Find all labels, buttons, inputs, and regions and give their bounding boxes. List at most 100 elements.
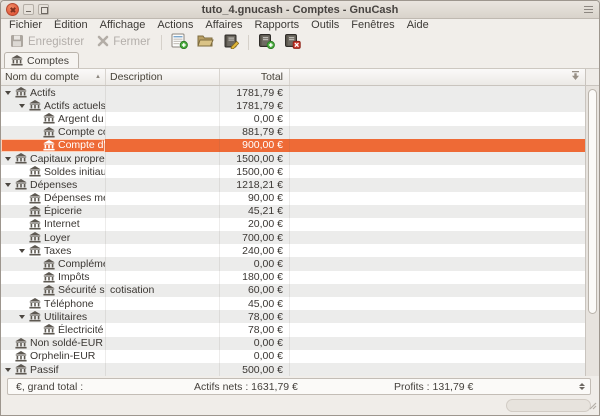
account-description [106,99,220,112]
account-row[interactable]: Complémentaire m 0,00 € [1,257,585,270]
expander-icon[interactable] [17,104,26,108]
bank-icon [15,338,27,349]
account-row[interactable]: Capitaux propres 1500,00 € [1,152,585,165]
column-header-description[interactable]: Description [106,69,220,85]
menu-item[interactable]: Affaires [199,19,248,32]
scrollbar-thumb[interactable] [588,89,597,314]
expander-icon[interactable] [3,91,12,95]
vertical-scrollbar[interactable] [585,86,599,376]
account-row[interactable]: Internet 20,00 € [1,218,585,231]
account-row[interactable]: Taxes 240,00 € [1,244,585,257]
account-name-label: Impôts [58,271,90,283]
account-row[interactable]: Impôts 180,00 € [1,271,585,284]
toolbar: Enregistrer Fermer [1,32,599,52]
account-row[interactable]: Non soldé-EUR 0,00 € [1,337,585,350]
expander-icon[interactable] [3,368,12,372]
row-filler [290,205,585,218]
toolbar-delete-account-button[interactable] [281,32,304,53]
expander-icon[interactable] [3,157,12,161]
expander-icon[interactable] [3,183,12,187]
bank-icon [15,179,27,190]
account-total: 240,00 € [220,244,290,257]
account-name-cell: Passif [1,363,106,376]
column-options-button[interactable] [570,70,581,84]
account-row[interactable]: Soldes initiaux 1500,00 € [1,165,585,178]
window-titlebar: tuto_4.gnucash - Comptes - GnuCash [1,1,599,19]
gnucash-window: tuto_4.gnucash - Comptes - GnuCash Fichi… [0,0,600,416]
toolbar-separator [248,35,249,50]
resize-grip-icon[interactable] [589,397,597,415]
menu-item[interactable]: Affichage [94,19,152,32]
account-row[interactable]: Actifs actuels 1781,79 € [1,99,585,112]
account-name-cell: Actifs [1,86,106,99]
account-name-label: Loyer [44,232,70,244]
account-row[interactable]: Téléphone 45,00 € [1,297,585,310]
account-name-cell: Impôts [1,271,106,284]
row-filler [290,244,585,257]
window-menu-icon[interactable] [584,6,593,14]
account-name-label: Soldes initiaux [44,166,106,178]
menu-item[interactable]: Édition [48,19,94,32]
account-row[interactable]: Compte courant 881,79 € [1,126,585,139]
account-row[interactable]: Dépenses 1218,21 € [1,178,585,191]
menu-item[interactable]: Actions [151,19,199,32]
account-row[interactable]: Orphelin-EUR 0,00 € [1,350,585,363]
account-row[interactable]: Argent du porte-mo 0,00 € [1,112,585,125]
delete-account-icon [284,33,301,52]
account-total: 78,00 € [220,323,290,336]
row-filler [290,323,585,336]
expander-icon[interactable] [17,315,26,319]
window-title: tuto_4.gnucash - Comptes - GnuCash [1,1,599,19]
sort-ascending-icon: ▲ [95,74,101,80]
account-row[interactable]: Électricité 78,00 € [1,323,585,336]
edit-ledger-icon [223,33,239,52]
menu-item[interactable]: Outils [305,19,345,32]
menu-item[interactable]: Rapports [249,19,306,32]
account-total: 20,00 € [220,218,290,231]
column-header-name[interactable]: Nom du compte ▲ [1,69,106,85]
menu-item[interactable]: Aide [401,19,435,32]
column-header-total[interactable]: Total [220,69,290,85]
bank-icon [15,364,27,375]
tab-comptes[interactable]: Comptes [4,52,79,68]
account-name-label: Téléphone [44,298,94,310]
account-row[interactable]: Loyer 700,00 € [1,231,585,244]
account-row[interactable]: Sécurité sociale cotisation 60,00 € [1,284,585,297]
account-name-label: Actifs actuels [44,100,106,112]
account-description [106,350,220,363]
account-row[interactable]: Compte d'épargne 900,00 € [1,139,585,152]
bank-icon [43,140,55,151]
summary-spinner[interactable] [577,381,587,392]
account-total: 881,79 € [220,126,290,139]
toolbar-add-account-button[interactable] [255,32,278,53]
row-filler [290,350,585,363]
account-total: 45,00 € [220,297,290,310]
row-filler [290,178,585,191]
expander-icon[interactable] [17,249,26,253]
account-description [106,165,220,178]
account-name-label: Sécurité sociale [58,284,106,296]
account-total: 0,00 € [220,112,290,125]
account-name-label: Taxes [44,245,71,257]
account-name-cell: Épicerie [1,205,106,218]
account-row[interactable]: Épicerie 45,21 € [1,205,585,218]
toolbar-close-button[interactable]: Fermer [92,34,155,51]
account-row[interactable]: Utilitaires 78,00 € [1,310,585,323]
toolbar-save-button[interactable]: Enregistrer [5,33,89,52]
bank-icon [29,206,41,217]
new-icon [171,33,188,52]
menu-item[interactable]: Fichier [3,19,48,32]
toolbar-new-button[interactable] [168,32,191,53]
account-row[interactable]: Actifs 1781,79 € [1,86,585,99]
menu-item[interactable]: Fenêtres [345,19,400,32]
row-filler [290,165,585,178]
close-icon [97,35,109,50]
account-description [106,231,220,244]
toolbar-open-button[interactable] [194,32,217,52]
account-name-cell: Non soldé-EUR [1,337,106,350]
account-description [106,139,220,152]
account-row[interactable]: Passif 500,00 € [1,363,585,376]
account-name-cell: Taxes [1,244,106,257]
toolbar-edit-button[interactable] [220,32,242,53]
account-row[interactable]: Dépenses médicales 90,00 € [1,192,585,205]
